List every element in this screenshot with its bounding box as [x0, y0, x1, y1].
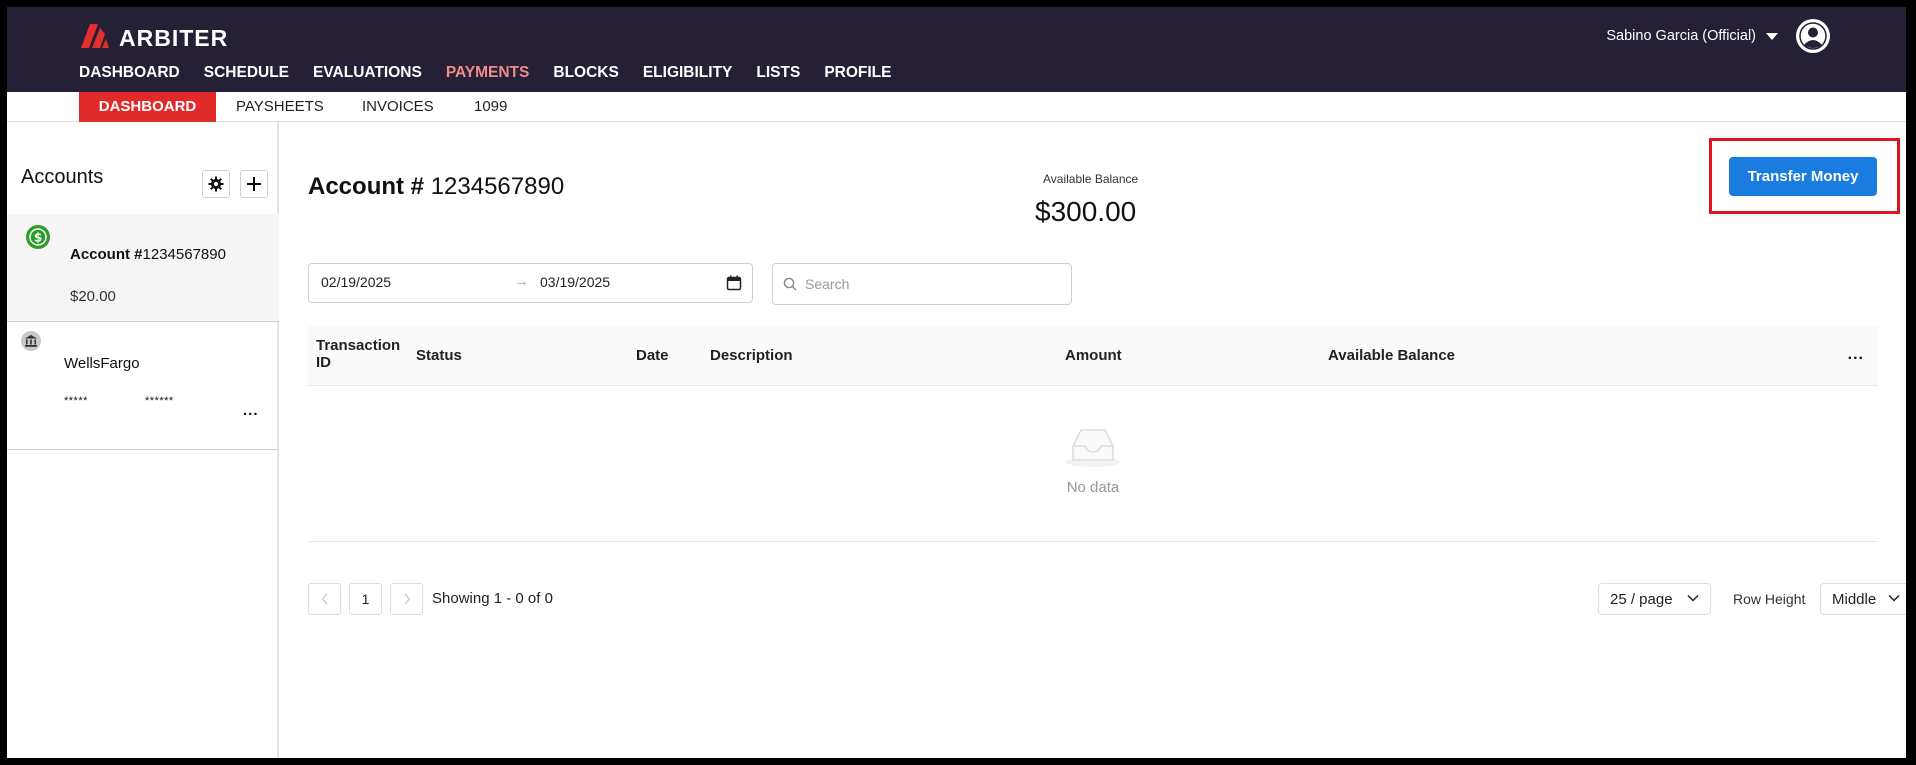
- transfer-highlight: Transfer Money: [1709, 138, 1900, 214]
- bank-icon: [21, 331, 41, 351]
- svg-text:$: $: [34, 231, 42, 245]
- bank-account-masked: ******: [145, 395, 174, 407]
- nav-payments[interactable]: PAYMENTS: [446, 64, 530, 82]
- nav-schedule[interactable]: SCHEDULE: [204, 64, 289, 82]
- app-window: ARBITER DASHBOARD SCHEDULE EVALUATIONS P…: [7, 7, 1906, 758]
- arbiter-logo-icon: [81, 23, 109, 48]
- account-number-label: Account #1234567890: [70, 246, 226, 263]
- subnav-1099[interactable]: 1099: [474, 92, 507, 122]
- row-height-select[interactable]: Middle: [1820, 583, 1906, 615]
- bank-more-button[interactable]: ...: [243, 402, 259, 419]
- bank-card[interactable]: WellsFargo ***** ****** ...: [7, 322, 279, 450]
- showing-count: Showing 1 - 0 of 0: [432, 590, 553, 607]
- col-amount[interactable]: Amount: [1065, 347, 1122, 364]
- next-page-button[interactable]: [390, 583, 423, 615]
- prev-page-button[interactable]: [308, 583, 341, 615]
- user-menu[interactable]: Sabino Garcia (Official): [1606, 19, 1830, 53]
- column-options-button[interactable]: ...: [1848, 346, 1864, 364]
- available-balance-label: Available Balance: [1043, 172, 1139, 186]
- arrow-right-icon: →: [514, 273, 529, 290]
- no-data-text: No data: [1066, 479, 1120, 496]
- main-content: Account # 1234567890 Available Balance $…: [281, 122, 1906, 758]
- pagination: 1 Showing 1 - 0 of 0 25 / page Row Heigh…: [308, 583, 1906, 615]
- chevron-right-icon: [403, 593, 410, 605]
- user-icon: [1799, 22, 1827, 50]
- settings-button[interactable]: [202, 170, 230, 198]
- plus-icon: [247, 177, 261, 191]
- page-title: Account # 1234567890: [308, 173, 564, 201]
- account-title-number: 1234567890: [430, 173, 565, 200]
- bank-name: WellsFargo: [64, 355, 140, 372]
- accounts-sidebar: Accounts $ Account #1234567890 $20.00 We…: [7, 122, 279, 758]
- chevron-down-icon: [1888, 594, 1900, 602]
- sub-nav: DASHBOARD PAYSHEETS INVOICES 1099: [7, 92, 1906, 122]
- nav-lists[interactable]: LISTS: [756, 64, 800, 82]
- table-header: Transaction ID Status Date Description A…: [308, 326, 1878, 386]
- chevron-left-icon: [321, 593, 328, 605]
- subnav-paysheets[interactable]: PAYSHEETS: [236, 92, 324, 122]
- arbiter-logo[interactable]: ARBITER: [79, 19, 228, 52]
- empty-inbox-icon: [1066, 429, 1120, 467]
- nav-blocks[interactable]: BLOCKS: [553, 64, 618, 82]
- subnav-dashboard[interactable]: DASHBOARD: [79, 92, 216, 122]
- nav-eligibility[interactable]: ELIGIBILITY: [643, 64, 733, 82]
- nav-profile[interactable]: PROFILE: [824, 64, 891, 82]
- bank-routing-masked: *****: [64, 395, 88, 407]
- calendar-icon[interactable]: [726, 275, 742, 291]
- subnav-invoices[interactable]: INVOICES: [362, 92, 434, 122]
- account-number: 1234567890: [142, 246, 226, 263]
- search-field[interactable]: [772, 263, 1072, 305]
- caret-down-icon[interactable]: [1766, 32, 1778, 40]
- transfer-money-button[interactable]: Transfer Money: [1729, 157, 1877, 196]
- col-available-balance[interactable]: Available Balance: [1328, 347, 1455, 364]
- brand-name: ARBITER: [119, 25, 229, 51]
- available-balance-value: $300.00: [1035, 196, 1137, 227]
- user-name: Sabino Garcia (Official): [1606, 28, 1756, 44]
- col-status[interactable]: Status: [416, 347, 462, 364]
- page-1-button[interactable]: 1: [349, 583, 382, 615]
- account-title-prefix: Account #: [308, 173, 425, 200]
- col-description[interactable]: Description: [710, 347, 793, 364]
- page-size-value: 25 / page: [1610, 591, 1673, 608]
- dollar-icon: $: [26, 225, 50, 249]
- account-balance: $20.00: [70, 288, 116, 305]
- nav-dashboard[interactable]: DASHBOARD: [79, 64, 180, 82]
- empty-state: No data: [308, 386, 1878, 542]
- date-to[interactable]: 03/19/2025: [540, 274, 610, 290]
- chevron-down-icon: [1687, 594, 1699, 602]
- row-height-value: Middle: [1832, 591, 1877, 608]
- col-date[interactable]: Date: [636, 347, 669, 364]
- main-nav: DASHBOARD SCHEDULE EVALUATIONS PAYMENTS …: [79, 64, 915, 82]
- gear-icon: [208, 176, 224, 192]
- page-size-select[interactable]: 25 / page: [1598, 583, 1711, 615]
- add-account-button[interactable]: [240, 170, 268, 198]
- row-height-label: Row Height: [1733, 591, 1806, 607]
- nav-evaluations[interactable]: EVALUATIONS: [313, 64, 422, 82]
- col-transaction-id[interactable]: Transaction ID: [316, 337, 406, 371]
- top-header: ARBITER DASHBOARD SCHEDULE EVALUATIONS P…: [7, 7, 1906, 92]
- date-from[interactable]: 02/19/2025: [321, 274, 391, 290]
- date-range-picker[interactable]: 02/19/2025 → 03/19/2025: [308, 263, 753, 303]
- account-card[interactable]: $ Account #1234567890 $20.00: [7, 214, 279, 322]
- search-icon: [783, 277, 797, 291]
- accounts-title: Accounts: [21, 166, 104, 188]
- account-prefix: Account #: [70, 246, 143, 263]
- avatar[interactable]: [1796, 19, 1830, 53]
- search-input[interactable]: [805, 273, 1055, 295]
